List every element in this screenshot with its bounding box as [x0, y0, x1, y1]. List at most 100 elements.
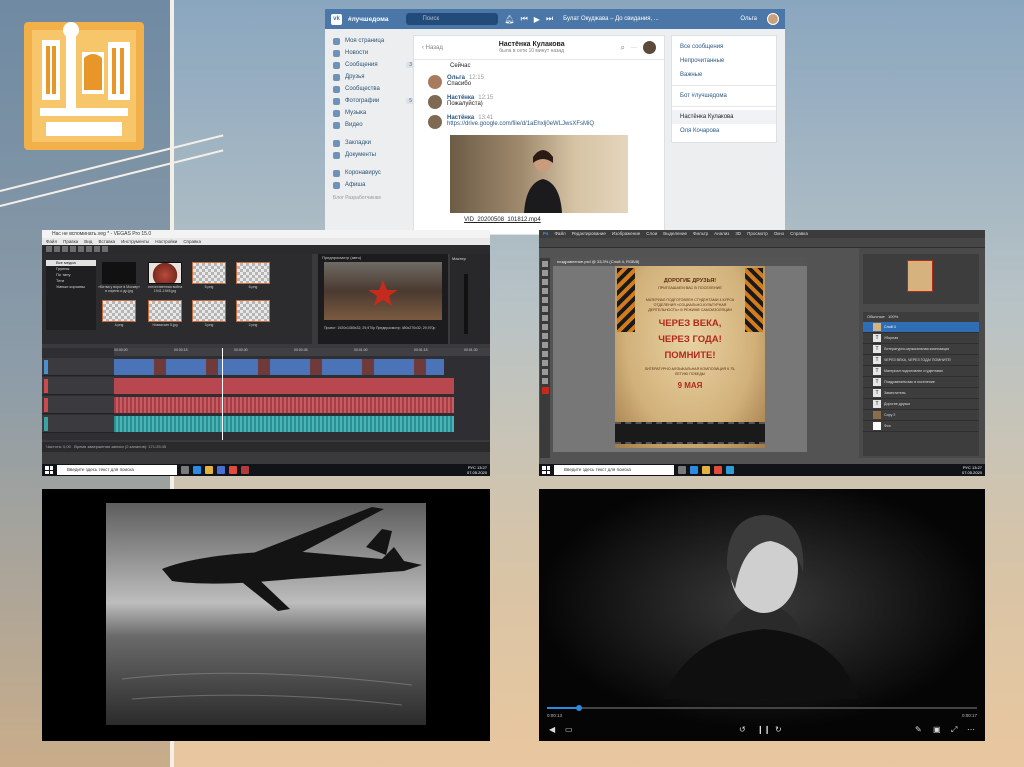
layer-row[interactable]: T Уборная	[863, 333, 979, 344]
paste-icon[interactable]	[102, 246, 108, 252]
explorer-icon[interactable]	[205, 466, 213, 474]
rewind-icon[interactable]: ↺	[739, 725, 746, 734]
drive-link[interactable]: https://drive.google.com/file/d/1aEhxlj0…	[447, 121, 594, 127]
layers-options[interactable]: Обычные 100%	[863, 312, 979, 322]
menu-item[interactable]: Слои	[646, 230, 657, 238]
windows-start-icon[interactable]	[542, 466, 550, 474]
layer-row[interactable]: Фон	[863, 421, 979, 432]
gradient-tool-icon[interactable]	[542, 342, 548, 348]
menu-item[interactable]: Вид	[84, 238, 92, 245]
previous-track-icon[interactable]: ⏮	[521, 14, 528, 24]
chat-bot-item[interactable]: Бот #лучшедома	[672, 89, 776, 103]
miniplayer-icon[interactable]: ▣	[933, 725, 941, 734]
chat-title[interactable]: Настёнка Кулакова была в сети 10 минут н…	[443, 41, 621, 54]
track-header[interactable]	[42, 396, 114, 414]
media-thumbnail[interactable]	[236, 262, 270, 284]
menu-item[interactable]: Изображение	[612, 230, 640, 238]
menu-item[interactable]: Правка	[63, 238, 78, 245]
avatar[interactable]	[428, 95, 442, 109]
sidebar-item-messages[interactable]: Сообщения 3	[333, 59, 415, 71]
sidebar-item-afisha[interactable]: Афиша	[333, 179, 415, 191]
filter-important[interactable]: Важные	[672, 68, 776, 82]
sidebar-item-bookmarks[interactable]: Закладки	[333, 137, 415, 149]
store-icon[interactable]	[217, 466, 225, 474]
vk-brand[interactable]: #лучшедома	[348, 16, 388, 23]
cut-icon[interactable]	[86, 246, 92, 252]
task-view-icon[interactable]	[678, 466, 686, 474]
media-thumbnail[interactable]	[192, 262, 226, 284]
volume-icon[interactable]: ◀︎	[549, 725, 555, 734]
layer-row[interactable]: T Литературно-музыкальная композиция	[863, 344, 979, 355]
more-icon[interactable]: ⋯	[967, 725, 975, 734]
menu-item[interactable]: Фильтр	[693, 230, 708, 238]
chrome-icon[interactable]	[714, 466, 722, 474]
menu-item[interactable]: Вставка	[98, 238, 115, 245]
edit-icon[interactable]: ✎	[915, 725, 922, 734]
audio-clip[interactable]	[114, 397, 454, 413]
sidebar-item-communities[interactable]: Сообщества	[333, 83, 415, 95]
preview-label[interactable]: Предпросмотр (авто)	[318, 254, 448, 261]
menu-item[interactable]: Настройки	[155, 238, 177, 245]
volume-slider[interactable]	[464, 274, 468, 334]
track-header[interactable]	[42, 358, 114, 376]
marquee-tool-icon[interactable]	[542, 270, 548, 276]
timeline-ruler[interactable]: 00:00:00 00:00:15 00:00:30 00:00:45 00:0…	[114, 348, 490, 356]
back-link[interactable]: ‹ Назад	[422, 45, 443, 51]
sidebar-item-video[interactable]: Видео	[333, 119, 415, 131]
options-bar[interactable]	[539, 238, 985, 248]
filter-unread[interactable]: Непрочитанные	[672, 54, 776, 68]
sidebar-footer[interactable]: Блог Разработчикам	[333, 195, 415, 201]
wand-tool-icon[interactable]	[542, 288, 548, 294]
system-tray[interactable]: РУС 13:27 07.05.2020	[962, 465, 982, 475]
vk-search-input[interactable]: Поиск	[406, 13, 499, 25]
menu-item[interactable]: Редактирование	[572, 230, 606, 238]
pause-icon[interactable]: ❙❙	[757, 725, 770, 734]
track-header[interactable]	[42, 415, 114, 433]
play-icon[interactable]: ▶	[534, 15, 540, 24]
forward-icon[interactable]: ↻	[775, 725, 782, 734]
filter-all-messages[interactable]: Все сообщения	[672, 40, 776, 54]
move-tool-icon[interactable]	[542, 261, 548, 267]
save-icon[interactable]	[62, 246, 68, 252]
video-file-name[interactable]: VID_20200508_101812.mp4	[414, 217, 664, 223]
video-clip[interactable]	[114, 378, 454, 394]
media-thumbnail[interactable]	[148, 300, 182, 322]
vegas-icon[interactable]	[241, 466, 249, 474]
media-thumbnail[interactable]	[148, 262, 182, 284]
open-icon[interactable]	[54, 246, 60, 252]
layer-row[interactable]: T Поздравляем вас в поселение	[863, 377, 979, 388]
next-track-icon[interactable]: ⏭	[546, 14, 553, 24]
chat-item-active[interactable]: Настёнка Кулакова	[672, 110, 776, 124]
eraser-tool-icon[interactable]	[542, 333, 548, 339]
vk-logo-icon[interactable]: vk	[331, 13, 342, 25]
undo-icon[interactable]	[70, 246, 76, 252]
layer-row[interactable]: T ЧЕРЕЗ ВЕКА, ЧЕРЕЗ ГОДА! ПОМНИТЕ!	[863, 355, 979, 366]
video-attachment-thumbnail[interactable]	[450, 135, 628, 213]
photoshop-icon[interactable]	[726, 466, 734, 474]
fullscreen-icon[interactable]: ⤢	[951, 725, 957, 735]
pen-tool-icon[interactable]	[542, 360, 548, 366]
now-playing-track[interactable]: Булат Окуджава – До свидания, ...	[563, 16, 734, 22]
media-thumbnail[interactable]	[192, 300, 226, 322]
menu-item[interactable]: 3D	[735, 230, 741, 238]
hand-tool-icon[interactable]	[542, 369, 548, 375]
sidebar-item-documents[interactable]: Документы	[333, 149, 415, 161]
menu-item[interactable]: Справка	[183, 238, 201, 245]
subtitles-icon[interactable]: ▭	[565, 725, 573, 734]
media-thumbnail[interactable]	[236, 300, 270, 322]
navigator-thumbnail[interactable]	[907, 260, 933, 292]
layer-row[interactable]: Слой 4	[863, 322, 979, 333]
audio-clip[interactable]	[114, 416, 454, 432]
sidebar-item-music[interactable]: Музыка	[333, 107, 415, 119]
redo-icon[interactable]	[78, 246, 84, 252]
menu-item[interactable]: Выделение	[663, 230, 687, 238]
taskbar-search-input[interactable]: Введите здесь текст для поиска	[57, 465, 177, 475]
seek-knob[interactable]	[576, 705, 582, 711]
menu-item[interactable]: Просмотр	[747, 230, 768, 238]
edge-icon[interactable]	[690, 466, 698, 474]
explorer-icon[interactable]	[702, 466, 710, 474]
media-thumbnail[interactable]	[102, 262, 136, 284]
task-view-icon[interactable]	[181, 466, 189, 474]
copy-icon[interactable]	[94, 246, 100, 252]
zoom-tool-icon[interactable]	[542, 378, 548, 384]
